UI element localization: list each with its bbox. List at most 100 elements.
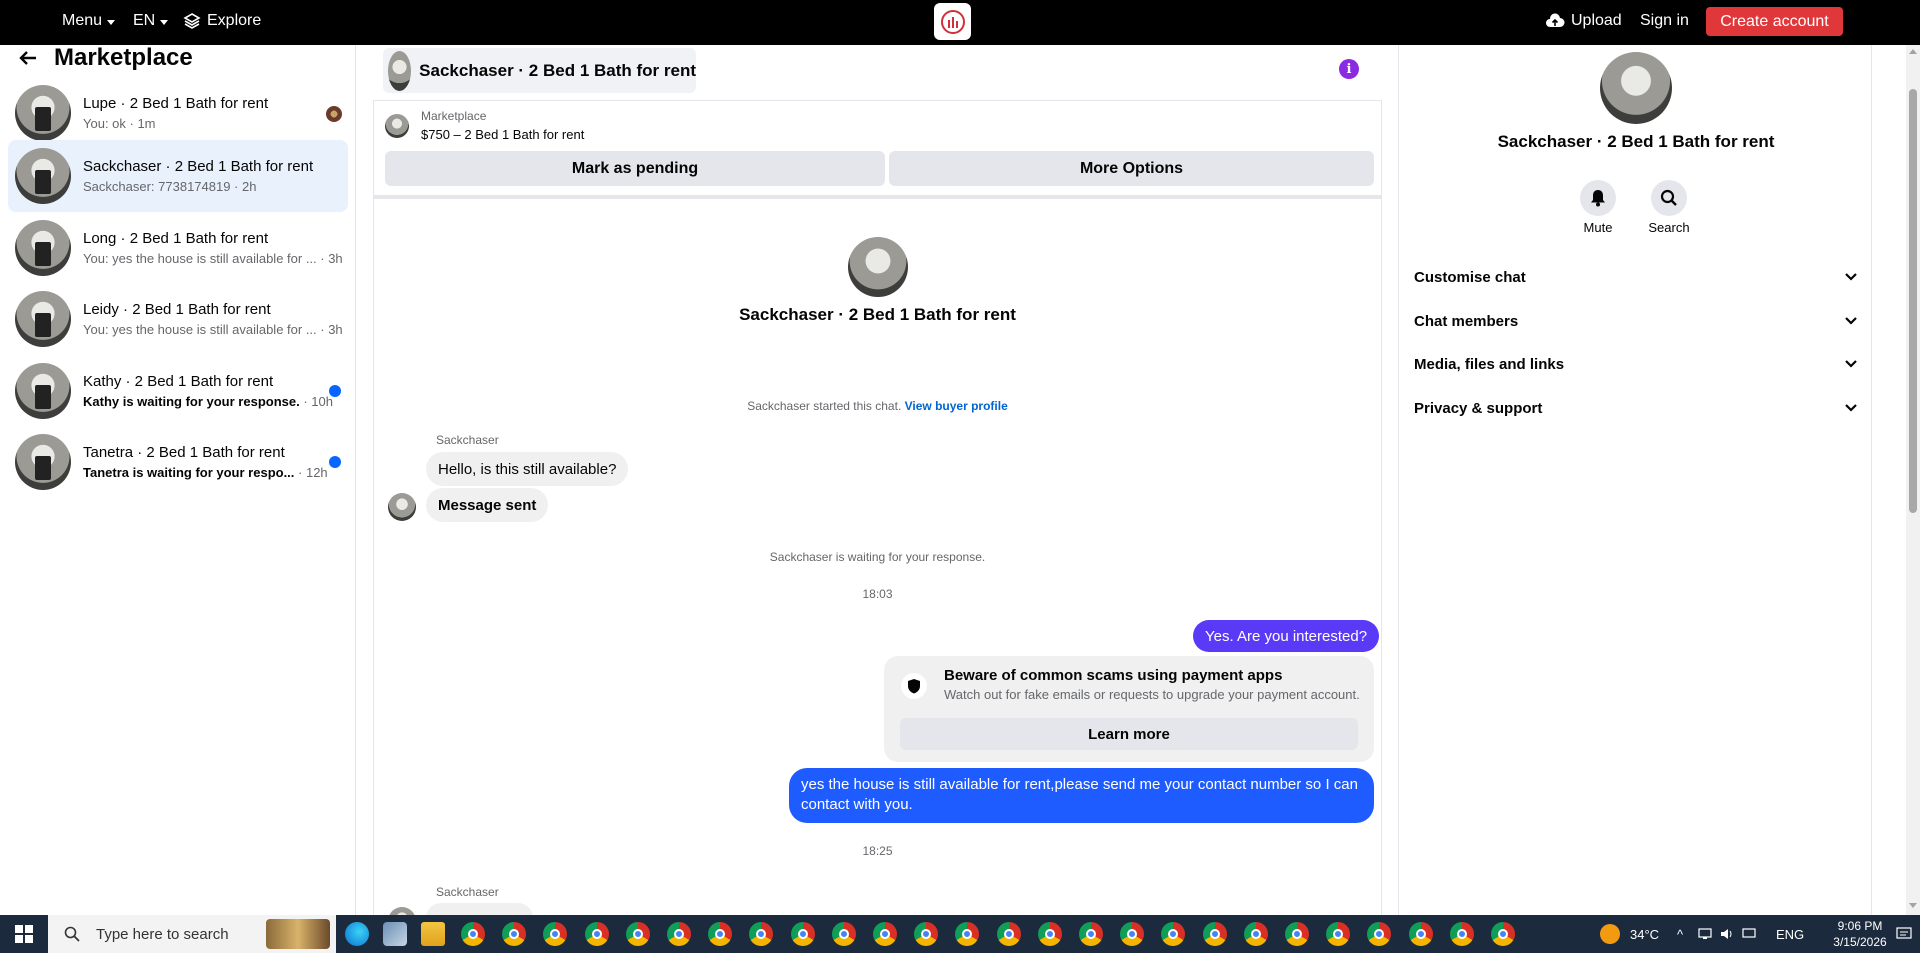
logo-icon xyxy=(940,9,965,34)
chrome-icon[interactable] xyxy=(1285,922,1309,946)
notification-icon[interactable] xyxy=(1896,915,1912,953)
upload-button[interactable]: Upload xyxy=(1545,0,1622,42)
scrollbar-thumb[interactable] xyxy=(1909,89,1917,513)
bell-icon xyxy=(1580,180,1616,216)
section-label: Privacy & support xyxy=(1414,399,1543,417)
search-button[interactable]: Search xyxy=(1634,180,1704,235)
create-account-button[interactable]: Create account xyxy=(1706,7,1843,36)
chrome-icon[interactable] xyxy=(1202,922,1227,946)
more-options-button[interactable]: More Options xyxy=(889,151,1374,186)
listing-source: Marketplace xyxy=(421,109,487,123)
section-media-files-links[interactable]: Media, files and links xyxy=(1414,344,1858,384)
conversation-sidebar: Marketplace Lupe · 2 Bed 1 Bath for rent… xyxy=(0,44,356,915)
view-buyer-profile-link[interactable]: View buyer profile xyxy=(905,399,1008,413)
temperature: 34°C xyxy=(1630,926,1660,942)
chrome-icon[interactable] xyxy=(584,922,609,946)
avatar xyxy=(388,493,416,521)
chrome-icon[interactable] xyxy=(914,922,939,946)
clock-time: 9:06 PM xyxy=(1837,919,1883,933)
chrome-icon[interactable] xyxy=(1326,922,1351,946)
app-icon[interactable] xyxy=(383,922,407,946)
section-chat-members[interactable]: Chat members xyxy=(1414,301,1858,341)
edge-icon[interactable] xyxy=(345,922,369,946)
back-arrow-icon[interactable] xyxy=(18,49,38,67)
network-icon xyxy=(1698,928,1712,939)
weather-icon[interactable] xyxy=(1600,924,1620,944)
sign-in-link[interactable]: Sign in xyxy=(1640,0,1689,42)
volume-icon xyxy=(1721,929,1732,939)
chrome-icon[interactable] xyxy=(1491,922,1515,946)
chrome-icon[interactable] xyxy=(1243,922,1268,946)
tray-chevron-up-icon[interactable]: ^ xyxy=(1677,915,1683,953)
page-scrollbar[interactable] xyxy=(1906,45,1920,915)
warning-title: Beware of common scams using payment app… xyxy=(944,667,1283,684)
divider xyxy=(373,101,374,198)
chrome-icon[interactable] xyxy=(625,922,650,946)
conversation-item[interactable]: Tanetra · 2 Bed 1 Bath for rent Tanetra … xyxy=(8,426,348,498)
chrome-icon[interactable] xyxy=(1449,922,1474,946)
explore-link[interactable]: Explore xyxy=(183,0,261,42)
sender-name: Sackchaser xyxy=(436,885,499,899)
chat-details-panel: Sackchaser · 2 Bed 1 Bath for rent Mute … xyxy=(1398,45,1872,915)
learn-more-button[interactable]: Learn more xyxy=(900,718,1358,750)
chrome-icon[interactable] xyxy=(1037,922,1062,946)
chrome-icon[interactable] xyxy=(543,922,568,946)
site-logo[interactable] xyxy=(934,3,971,40)
menu-dropdown[interactable]: Menu xyxy=(62,0,116,42)
chrome-icon[interactable] xyxy=(667,922,691,946)
taskbar-clock[interactable]: 9:06 PM 3/15/2026 xyxy=(1830,918,1890,950)
scroll-down-arrow-icon[interactable] xyxy=(1909,903,1917,908)
mark-pending-button[interactable]: Mark as pending xyxy=(385,151,885,186)
language-dropdown[interactable]: EN xyxy=(133,0,169,42)
chrome-icon[interactable] xyxy=(1408,922,1433,946)
chrome-icon[interactable] xyxy=(1161,922,1186,946)
chrome-icon[interactable] xyxy=(996,922,1021,946)
incoming-message[interactable]: Hello, is this still available? xyxy=(426,452,629,486)
section-label: Media, files and links xyxy=(1414,355,1565,373)
preview-text: Kathy is waiting for your response. xyxy=(83,394,300,409)
sign-in-label: Sign in xyxy=(1640,12,1689,29)
conversation-name: Lupe · 2 Bed 1 Bath for rent xyxy=(83,95,269,112)
conversation-item[interactable]: Lupe · 2 Bed 1 Bath for rent You: ok · 1… xyxy=(8,77,348,149)
conversation-item-active[interactable]: Sackchaser · 2 Bed 1 Bath for rent Sackc… xyxy=(8,140,348,212)
scroll-up-arrow-icon[interactable] xyxy=(1909,49,1917,54)
conversation-item[interactable]: Leidy · 2 Bed 1 Bath for rent You: yes t… xyxy=(8,283,348,355)
section-customise-chat[interactable]: Customise chat xyxy=(1414,257,1858,297)
chevron-down-icon xyxy=(1845,317,1857,325)
search-highlight-image xyxy=(266,919,330,949)
conversation-preview: You: ok · 1m xyxy=(83,116,156,131)
language-indicator[interactable]: ENG xyxy=(1776,915,1804,953)
chat-header[interactable]: Sackchaser · 2 Bed 1 Bath for rent xyxy=(383,48,696,93)
taskbar-search-box[interactable]: Type here to search xyxy=(48,915,336,953)
windows-logo-icon xyxy=(15,925,33,943)
details-name: Sackchaser · 2 Bed 1 Bath for rent xyxy=(1497,132,1775,151)
tray-icons[interactable] xyxy=(1698,915,1756,953)
section-privacy-support[interactable]: Privacy & support xyxy=(1414,388,1858,428)
chrome-icon[interactable] xyxy=(955,922,980,946)
chrome-icon[interactable] xyxy=(1367,922,1392,946)
conversation-item[interactable]: Kathy · 2 Bed 1 Bath for rent Kathy is w… xyxy=(8,355,348,427)
conversation-name: Kathy · 2 Bed 1 Bath for rent xyxy=(83,373,274,390)
menu-label: Menu xyxy=(62,12,103,29)
chat-panel: Sackchaser · 2 Bed 1 Bath for rent i Mar… xyxy=(373,45,1382,935)
info-icon[interactable]: i xyxy=(1339,59,1359,79)
conversation-item[interactable]: Long · 2 Bed 1 Bath for rent You: yes th… xyxy=(8,212,348,284)
chrome-icon[interactable] xyxy=(1079,922,1103,946)
incoming-message[interactable]: Message sent xyxy=(426,488,549,522)
chrome-icon[interactable] xyxy=(790,922,815,946)
outgoing-message[interactable]: yes the house is still available for ren… xyxy=(789,768,1374,823)
monitor-icon xyxy=(1742,928,1756,938)
outgoing-message[interactable]: Yes. Are you interested? xyxy=(1193,620,1380,652)
chrome-icon[interactable] xyxy=(502,922,527,946)
chrome-icon[interactable] xyxy=(461,922,485,946)
mute-button[interactable]: Mute xyxy=(1563,180,1633,235)
windows-start-button[interactable] xyxy=(0,915,48,953)
file-explorer-icon[interactable] xyxy=(421,922,445,946)
chrome-icon[interactable] xyxy=(873,922,897,946)
chrome-icon[interactable] xyxy=(749,922,774,946)
chrome-icon[interactable] xyxy=(831,922,856,946)
chrome-icon[interactable] xyxy=(1120,922,1145,946)
chrome-icon[interactable] xyxy=(708,922,733,946)
section-label: Customise chat xyxy=(1414,268,1526,286)
cloud-upload-icon xyxy=(1546,13,1565,27)
